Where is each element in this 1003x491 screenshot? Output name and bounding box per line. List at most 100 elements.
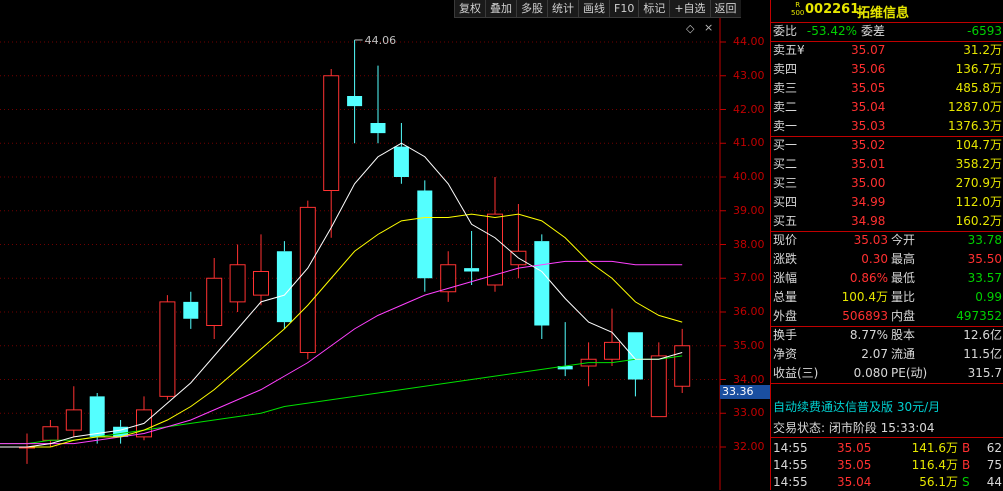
toolbar-btn-3[interactable]: 统计 [547,0,578,17]
stat-row-0: 现价 35.03 今开 33.78 [771,231,1003,250]
tick-side: S [962,475,970,489]
bid-label: 买二 [773,157,798,171]
candle [347,39,363,144]
weibi-label: 委比 [773,24,798,38]
candle [464,231,480,285]
ask-row-1: 卖一 35.03 1376.3万 [771,117,1003,136]
bid-volume: 358.2万 [955,157,1002,171]
tick-count: 44 [986,475,1002,489]
tick-volume: 141.6万 [911,441,958,455]
price-tick-label: 42.00 [733,102,765,116]
fin-row-1: 净资 2.07 流通 11.5亿 [771,345,1003,364]
fin-label-2: 股本 [891,328,916,342]
stat-value-2: 35.50 [967,252,1002,266]
bid-row-1: 买一 35.02 104.7万 [771,136,1003,155]
fin-value: 8.77% [849,328,888,342]
stat-value-2: 497352 [956,309,1002,323]
tick-price: 35.05 [837,458,872,472]
toolbar-btn-1[interactable]: 叠加 [485,0,516,17]
fin-value: 0.080 [853,366,888,380]
ask-volume: 1287.0万 [948,100,1002,114]
candle [417,180,433,292]
fin-value: 2.07 [861,347,888,361]
toolbar-btn-4[interactable]: 画线 [578,0,609,17]
stat-label-2: 今开 [891,233,916,247]
ad-banner[interactable]: 自动续费通达信普及版 30元/月 [773,398,940,415]
ask-row-5: 卖五¥ 35.07 31.2万 [771,41,1003,60]
candle [604,308,620,366]
bid-label: 买四 [773,195,798,209]
current-price-tag: 33.36 [720,385,771,399]
bid-row-2: 买二 35.01 358.2万 [771,155,1003,174]
tick-count: 75 [986,458,1002,472]
toolbar-btn-2[interactable]: 多股 [516,0,547,17]
candle [65,386,82,437]
ask-price: 35.06 [851,62,886,76]
quote-panel: R 500 002261 拓维信息 委比 -53.42% 委差 -6593 卖五¥ 35.… [770,0,1003,490]
bid-row-5: 买五 34.98 160.2万 [771,212,1003,231]
price-tick-label: 40.00 [733,170,765,183]
bid-price: 35.01 [851,157,886,171]
toolbar-btn-0[interactable]: 复权 [454,0,485,17]
tick-count: 62 [986,441,1002,455]
weibi-row: 委比 -53.42% 委差 -6593 [771,22,1003,41]
tick-price: 35.05 [837,441,872,455]
ask-label: 卖三 [773,81,798,95]
bid-volume: 104.7万 [955,138,1002,152]
ask-row-2: 卖二 35.04 1287.0万 [771,98,1003,117]
fin-value-2: 11.5亿 [963,347,1002,361]
stat-value-2: 33.78 [967,233,1002,247]
toolbar-btn-8[interactable]: 返回 [709,0,741,17]
ask-price: 35.05 [851,81,886,95]
bid-label: 买三 [773,176,798,190]
stat-label-2: 内盘 [891,309,916,323]
ask-row-3: 卖三 35.05 485.8万 [771,79,1003,98]
bid-volume: 270.9万 [955,176,1002,190]
toolbar-btn-6[interactable]: 标记 [638,0,669,17]
ask-volume: 485.8万 [955,81,1002,95]
candle [229,244,246,312]
ask-label: 卖一 [773,119,798,133]
candle [19,433,35,464]
price-tick-label: 41.00 [733,136,765,150]
fin-label-2: 流通 [891,347,916,361]
toolbar-btn-5[interactable]: F10 [609,0,638,17]
stock-code: 002261 [805,2,860,17]
candle [183,291,199,329]
price-tick-label: 38.00 [733,237,765,251]
price-tick-label: 44.00 [733,35,765,48]
stat-value: 0.86% [849,271,888,285]
fin-value-2: 315.7 [967,366,1002,380]
candle [276,241,292,329]
bid-volume: 160.2万 [955,214,1002,228]
candle [557,322,573,377]
stat-label-2: 最低 [891,271,916,285]
candle [674,328,691,393]
bid-price: 34.98 [851,214,886,228]
toolbar-btn-7[interactable]: +自选 [669,0,709,17]
price-tick-label: 39.00 [733,203,765,217]
chart-toolbar: 复权 叠加 多股 统计 画线 F10 标记 +自选 返回 [454,0,741,18]
kline-chart-area[interactable]: 44.06 复权 叠加 多股 统计 画线 F10 标记 +自选 返回 ◇ × 44.00 43.0… [0,0,771,490]
price-tick-label: 35.00 [733,338,765,352]
candle [627,332,643,397]
candle [206,258,223,339]
bid-price: 35.02 [851,138,886,152]
stat-label: 涨幅 [773,271,798,285]
candle [299,200,316,360]
fin-label: 净资 [773,347,798,361]
stock-header: R 500 002261 拓维信息 [771,0,1003,22]
candle [580,342,597,387]
price-tick-label: 33.00 [733,406,765,420]
diamond-icon[interactable]: ◇ [686,22,694,35]
candle [650,342,667,418]
tick-side: B [962,441,971,455]
tick-time: 14:55 [773,458,808,472]
kline-chart[interactable]: 44.06 [0,0,770,490]
price-tick-label: 32.00 [733,440,765,453]
fin-value-2: 12.6亿 [963,328,1002,342]
stat-row-4: 外盘 506893 内盘 497352 [771,307,1003,326]
close-icon[interactable]: × [704,21,713,34]
candle [113,420,129,444]
fin-row-0: 换手 8.77% 股本 12.6亿 [771,326,1003,345]
